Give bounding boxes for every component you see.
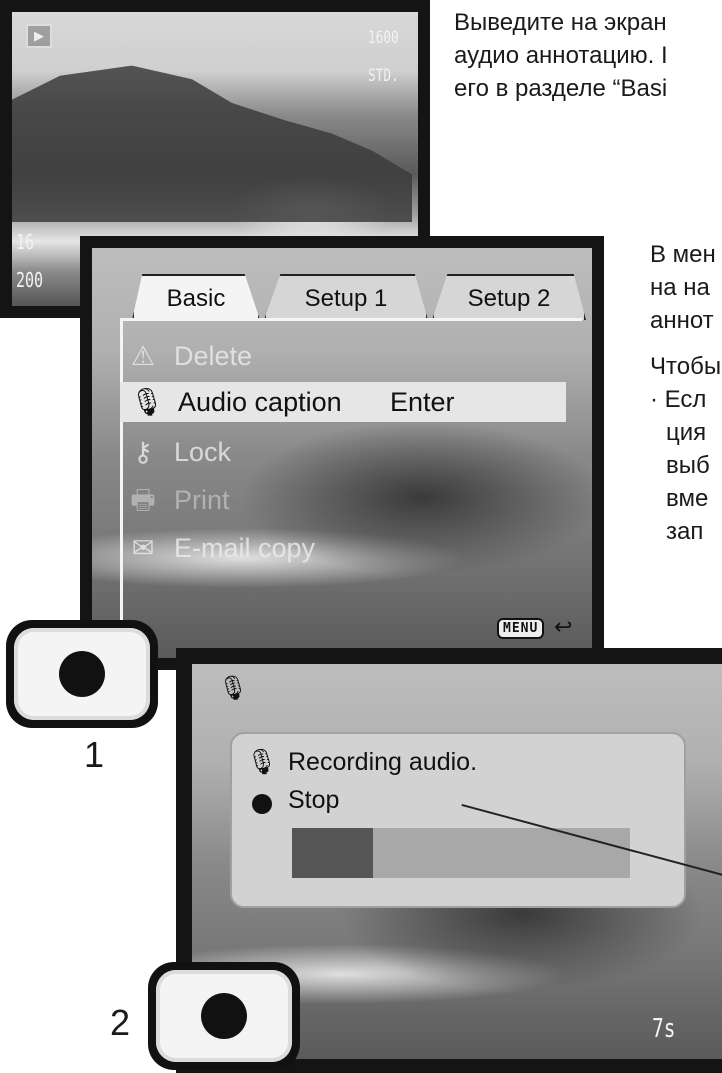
- tab-underline: [120, 318, 582, 321]
- microphone-icon: 🎙: [130, 387, 165, 417]
- button-dot-icon: [59, 651, 105, 697]
- menu-item-lock[interactable]: ⚷ Lock: [126, 432, 231, 472]
- recording-title: Recording audio.: [288, 748, 478, 776]
- bullet-line-3: выб: [666, 452, 710, 479]
- instruction-line-2: аудио аннотацию. I: [454, 42, 668, 69]
- description-line-3: аннот: [650, 307, 714, 334]
- step-number-2: 2: [110, 1002, 131, 1043]
- menu-item-print[interactable]: 🖶 Print: [126, 480, 230, 520]
- warning-icon: ⚠: [130, 341, 156, 371]
- microphone-icon: 🎙: [246, 748, 278, 776]
- description-line-1: В мен: [650, 241, 716, 268]
- bullet-line-2: ция: [666, 419, 707, 446]
- menu-item-label: Audio caption: [178, 387, 342, 417]
- tab-setup-2[interactable]: Setup 2: [432, 274, 586, 320]
- button-face: [156, 970, 292, 1062]
- menu-button-badge: MENU: [497, 618, 545, 639]
- menu-item-delete[interactable]: ⚠ Delete: [126, 336, 252, 376]
- bullet-line-4: вме: [666, 485, 709, 512]
- description-line-2: на на: [650, 274, 710, 301]
- center-button-step-1[interactable]: [6, 620, 158, 728]
- menu-screen: Basic Setup 1 Setup 2 ⚠ Delete 🎙 Audio cap…: [92, 248, 592, 658]
- menu-item-value: Enter: [390, 387, 455, 417]
- back-arrow-icon: ↩: [554, 614, 573, 639]
- description-line-4: Чтобы: [650, 353, 722, 380]
- time-remaining: 7s: [652, 1014, 676, 1044]
- recording-progress-fill: [292, 828, 374, 878]
- bullet-line-5: зап: [666, 518, 704, 545]
- microphone-icon: 🎙: [218, 675, 249, 702]
- button-face: [14, 628, 150, 720]
- bullet-line-1: · Есл: [650, 386, 707, 413]
- step-number-1: 1: [84, 734, 105, 775]
- menu-left-rule: [120, 318, 123, 658]
- play-icon: ▶: [26, 24, 52, 48]
- frame-number: 16: [16, 230, 35, 254]
- menu-item-email-copy[interactable]: ✉ E-mail copy: [126, 528, 315, 568]
- button-dot-icon: [201, 993, 247, 1039]
- tab-basic[interactable]: Basic: [132, 274, 260, 320]
- envelope-icon: ✉: [131, 533, 155, 563]
- date-readout: 200: [16, 268, 44, 292]
- menu-item-audio-caption[interactable]: 🎙 Audio caption Enter: [120, 382, 566, 422]
- center-button-step-2[interactable]: [148, 962, 300, 1070]
- menu-item-label: Delete: [174, 341, 253, 371]
- tab-setup-1[interactable]: Setup 1: [264, 274, 428, 320]
- instruction-line-3: его в разделе “Basi: [454, 75, 668, 102]
- recording-dialog: 🎙 Recording audio. Stop: [230, 732, 686, 908]
- photo-cliff: [12, 65, 412, 222]
- menu-screen-frame: Basic Setup 1 Setup 2 ⚠ Delete 🎙 Audio cap…: [80, 236, 604, 670]
- menu-item-label: E-mail copy: [174, 533, 316, 563]
- key-icon: ⚷: [133, 437, 153, 467]
- stop-dot-icon: [252, 794, 272, 814]
- quality-readout: STD.: [368, 66, 399, 86]
- instruction-line-1: Выведите на экран: [454, 9, 667, 36]
- stop-label: Stop: [288, 786, 340, 814]
- iso-readout: 1600: [368, 28, 399, 48]
- print-icon: 🖶: [130, 485, 156, 515]
- menu-item-label: Print: [174, 485, 230, 515]
- menu-item-label: Lock: [174, 437, 232, 467]
